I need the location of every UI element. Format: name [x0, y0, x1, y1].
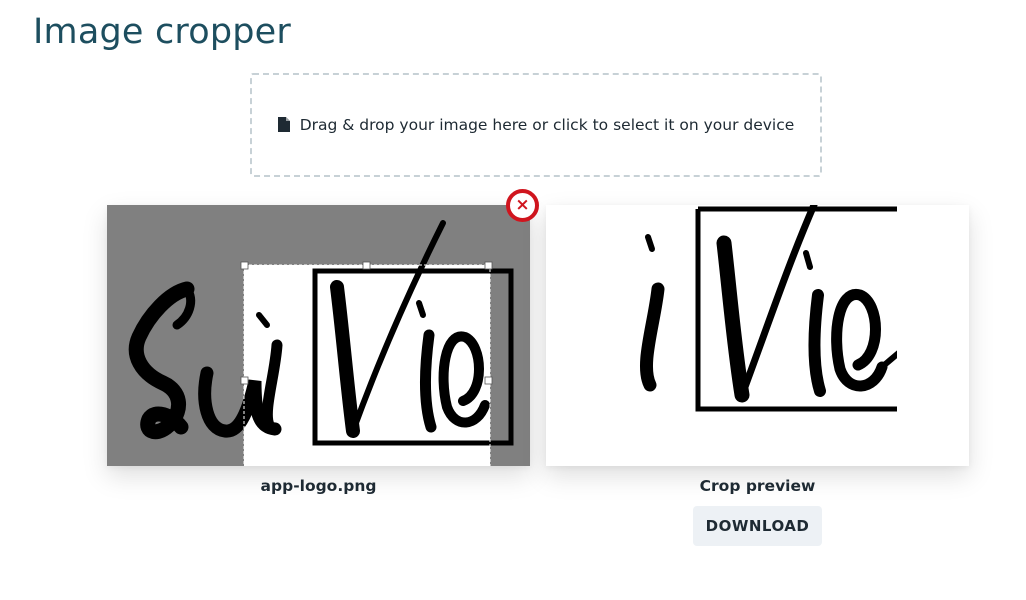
page-title: Image cropper — [33, 12, 291, 52]
crop-handle-nw[interactable] — [240, 261, 249, 270]
close-icon: × — [515, 195, 530, 215]
dropzone-label: Drag & drop your image here or click to … — [299, 116, 795, 134]
crop-handle-w[interactable] — [240, 376, 249, 385]
remove-image-button[interactable]: × — [506, 189, 539, 222]
source-filename: app-logo.png — [260, 477, 377, 495]
preview-caption: Crop preview — [699, 477, 816, 495]
source-image-canvas — [107, 205, 530, 466]
crop-preview-card — [546, 205, 969, 466]
crop-handle-ne[interactable] — [484, 261, 493, 270]
crop-handle-n[interactable] — [362, 261, 371, 270]
crop-preview-canvas — [546, 205, 969, 466]
image-dropzone[interactable]: Drag & drop your image here or click to … — [250, 73, 822, 177]
file-icon — [277, 116, 290, 132]
source-image-card — [107, 205, 530, 466]
crop-handle-e[interactable] — [484, 376, 493, 385]
download-button[interactable]: DOWNLOAD — [693, 506, 822, 546]
